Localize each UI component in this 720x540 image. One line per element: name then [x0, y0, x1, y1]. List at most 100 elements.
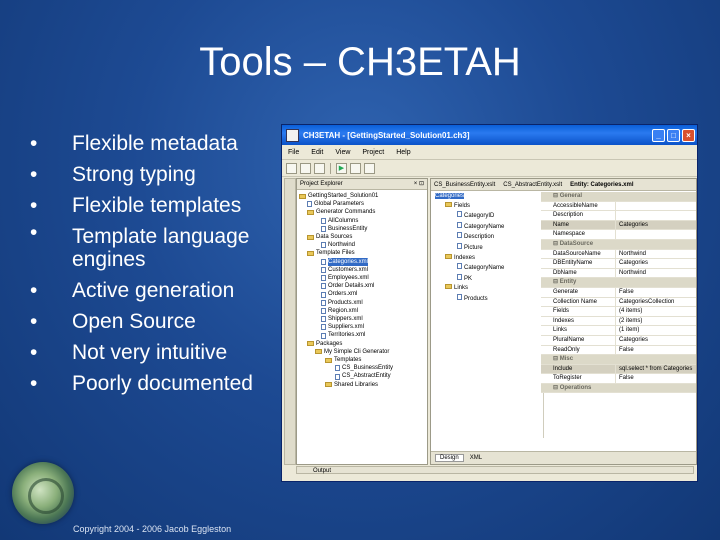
property-row[interactable]: DataSourceName Northwind [541, 249, 696, 260]
pause-icon[interactable] [364, 162, 375, 174]
tree-node[interactable]: Generator Commands [299, 208, 425, 216]
tab-entity-categories[interactable]: Entity: Categories.xml [570, 182, 633, 188]
property-row[interactable]: PluralName Categories [541, 335, 696, 346]
tree-node[interactable]: Templates [299, 356, 425, 364]
tree-node[interactable]: Shippers.xml [299, 315, 425, 323]
folder-icon [307, 341, 314, 347]
tree-node[interactable]: Global Parameters [299, 200, 425, 208]
menu-help[interactable]: Help [396, 149, 410, 156]
tree-node[interactable]: CS_BusinessEntity [299, 364, 425, 372]
folder-icon [307, 234, 314, 240]
toolbox-strip[interactable] [284, 178, 296, 465]
property-row[interactable]: Namespace [541, 230, 696, 240]
property-value: Northwind [619, 269, 647, 276]
window-title: CH3ETAH - [GettingStarted_Solution01.ch3… [303, 130, 470, 140]
run-icon[interactable]: ▶ [336, 162, 347, 174]
property-value [615, 355, 696, 364]
tree-node[interactable]: My Simple Cli Generator [299, 348, 425, 356]
tree-node[interactable]: Data Sources [299, 233, 425, 241]
tab-xml[interactable]: XML [470, 455, 482, 461]
file-icon [307, 201, 312, 208]
save-icon[interactable] [314, 162, 325, 174]
property-row[interactable]: Collection Name CategoriesCollection [541, 297, 696, 308]
property-category[interactable]: ⊟ Operations [541, 383, 696, 394]
tab-cs-abstractentity[interactable]: CS_AbstractEntity.xslt [503, 182, 562, 188]
property-value: Categories [619, 336, 649, 343]
menu-project[interactable]: Project [362, 149, 384, 156]
property-row[interactable]: AccessibleName [541, 201, 696, 212]
tree-node[interactable]: PK [435, 273, 543, 285]
open-folder-icon[interactable] [300, 162, 311, 174]
property-row[interactable]: Indexes (2 items) [541, 316, 696, 327]
property-row[interactable]: Include sql.select * from Categories [541, 364, 696, 375]
tree-node[interactable]: Picture [435, 242, 543, 254]
tree-node[interactable]: Employees.xml [299, 274, 425, 282]
folder-icon [307, 210, 314, 215]
tree-node[interactable]: Products.xml [299, 299, 425, 307]
property-row[interactable]: Links (1 item) [541, 326, 696, 336]
file-icon [321, 324, 326, 331]
tree-node[interactable]: BusinessEntity [299, 225, 425, 233]
close-icon[interactable]: × [682, 128, 695, 142]
tree-node[interactable]: Categories [435, 192, 543, 202]
globe-logo-icon [12, 462, 74, 524]
tree-node[interactable]: GettingStarted_Solution01 [299, 192, 425, 200]
property-row[interactable]: ReadOnly False [541, 345, 696, 356]
property-value: (2 items) [619, 317, 643, 324]
property-name: Links [541, 326, 616, 335]
tree-node[interactable]: CategoryID [435, 211, 543, 222]
output-panel-tab[interactable]: Output [296, 466, 694, 474]
tree-node[interactable]: Customers.xml [299, 266, 425, 274]
menu-edit[interactable]: Edit [311, 149, 323, 156]
tree-node[interactable]: CategoryName [435, 221, 543, 233]
tree-node[interactable]: Description [435, 232, 543, 243]
tree-node[interactable]: Orders.xml [299, 290, 425, 298]
tab-design[interactable]: Design [435, 454, 464, 462]
tree-node[interactable]: Categories.xml [299, 257, 425, 266]
bullet-item: Poorly documented [30, 368, 280, 399]
property-value [616, 211, 696, 220]
menu-view[interactable]: View [335, 149, 350, 156]
bullet-list: Flexible metadata Strong typing Flexible… [30, 128, 280, 399]
property-category[interactable]: ⊟ Misc [541, 355, 696, 365]
tree-node[interactable]: Links [435, 284, 543, 294]
editor-tabs: CS_BusinessEntity.xslt CS_AbstractEntity… [431, 179, 696, 191]
property-category[interactable]: ⊟ Entity [541, 278, 696, 288]
tree-node[interactable]: Packages [299, 340, 425, 348]
tree-node[interactable]: Fields [435, 201, 543, 212]
menu-file[interactable]: File [288, 149, 299, 156]
maximize-icon[interactable]: □ [667, 128, 680, 142]
tree-node[interactable]: CS_AbstractEntity [299, 372, 425, 380]
property-row[interactable]: DBEntityName Categories [541, 259, 696, 269]
property-row[interactable]: Name Categories [541, 220, 696, 231]
toolbar: ▶ [282, 160, 697, 177]
tree-node[interactable]: Order Details.xml [299, 282, 425, 290]
property-row[interactable]: ToRegister False [541, 374, 696, 384]
link-icon [457, 293, 462, 300]
tree-node[interactable]: Suppliers.xml [299, 323, 425, 331]
tree-node[interactable]: Indexes [435, 253, 543, 264]
property-category[interactable]: ⊟ General [541, 192, 696, 202]
property-row[interactable]: DbName Northwind [541, 268, 696, 279]
bullet-item: Strong typing [30, 159, 280, 190]
property-row[interactable]: Description [541, 211, 696, 221]
new-icon[interactable] [286, 162, 297, 174]
step-icon[interactable] [350, 162, 361, 174]
property-row[interactable]: Generate False [541, 287, 696, 298]
app-window-screenshot: CH3ETAH - [GettingStarted_Solution01.ch3… [281, 124, 698, 482]
tree-node[interactable]: Shared Libraries [299, 381, 425, 389]
tree-node[interactable]: Template Files [299, 249, 425, 257]
tree-node[interactable]: AllColumns [299, 217, 425, 225]
tree-node[interactable]: Northwind [299, 241, 425, 249]
panel-close-icon[interactable]: × ⊡ [414, 179, 424, 189]
property-value: Northwind [619, 250, 647, 257]
tree-node[interactable]: Region.xml [299, 307, 425, 315]
slide-title: Tools – CH3ETAH [199, 40, 521, 84]
property-category[interactable]: ⊟ DataSource [541, 239, 696, 250]
tree-node[interactable]: Products [435, 293, 543, 305]
tree-node[interactable]: CategoryName [435, 263, 543, 274]
tree-node[interactable]: Territories.xml [299, 331, 425, 339]
property-row[interactable]: Fields (4 items) [541, 307, 696, 317]
minimize-icon[interactable]: _ [652, 128, 665, 142]
tab-cs-businessentity[interactable]: CS_BusinessEntity.xslt [434, 182, 495, 188]
